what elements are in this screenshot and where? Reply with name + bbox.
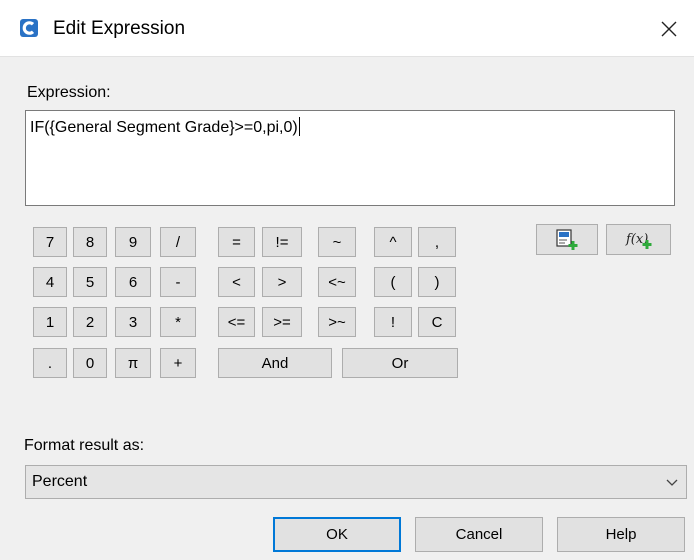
- help-button[interactable]: Help: [557, 517, 685, 552]
- expression-label: Expression:: [27, 84, 111, 101]
- keypad-comma-button[interactable]: ,: [418, 227, 456, 257]
- keypad-decimal-button[interactable]: .: [33, 348, 67, 378]
- keypad-less-equal-button[interactable]: <=: [218, 307, 255, 337]
- keypad-and-button[interactable]: And: [218, 348, 332, 378]
- keypad-greater-approx-button[interactable]: >~: [318, 307, 356, 337]
- keypad-power-button[interactable]: ^: [374, 227, 412, 257]
- keypad-clear-button[interactable]: C: [418, 307, 456, 337]
- keypad-6-button[interactable]: 6: [115, 267, 151, 297]
- cancel-button[interactable]: Cancel: [415, 517, 543, 552]
- keypad-8-button[interactable]: 8: [73, 227, 107, 257]
- keypad-less-than-button[interactable]: <: [218, 267, 255, 297]
- keypad-plus-button[interactable]: +: [160, 348, 196, 378]
- expression-text: IF({General Segment Grade}>=0,pi,0): [30, 119, 298, 136]
- keypad-2-button[interactable]: 2: [73, 307, 107, 337]
- keypad-less-approx-button[interactable]: <~: [318, 267, 356, 297]
- insert-function-icon: f(x): [625, 232, 651, 249]
- chevron-down-icon: [666, 479, 678, 486]
- keypad-1-button[interactable]: 1: [33, 307, 67, 337]
- keypad-pi-button[interactable]: π: [115, 348, 151, 378]
- keypad-4-button[interactable]: 4: [33, 267, 67, 297]
- keypad-0-button[interactable]: 0: [73, 348, 107, 378]
- keypad-approx-button[interactable]: ~: [318, 227, 356, 257]
- ok-button[interactable]: OK: [273, 517, 401, 552]
- keypad-equals-button[interactable]: =: [218, 227, 255, 257]
- keypad-close-paren-button[interactable]: ): [418, 267, 456, 297]
- keypad-not-button[interactable]: !: [374, 307, 412, 337]
- keypad-9-button[interactable]: 9: [115, 227, 151, 257]
- title-bar: Edit Expression: [0, 0, 694, 56]
- keypad-3-button[interactable]: 3: [115, 307, 151, 337]
- keypad-divide-button[interactable]: /: [160, 227, 196, 257]
- insert-property-button[interactable]: [536, 224, 598, 255]
- keypad-multiply-button[interactable]: *: [160, 307, 196, 337]
- format-result-value: Percent: [32, 473, 88, 490]
- format-result-label: Format result as:: [24, 437, 145, 454]
- close-icon[interactable]: [652, 14, 686, 44]
- text-caret: [298, 117, 300, 136]
- insert-function-button[interactable]: f(x): [606, 224, 671, 255]
- window-title: Edit Expression: [53, 18, 186, 39]
- keypad-greater-than-button[interactable]: >: [262, 267, 302, 297]
- keypad-5-button[interactable]: 5: [73, 267, 107, 297]
- insert-property-icon: [556, 228, 578, 250]
- expression-input[interactable]: IF({General Segment Grade}>=0,pi,0): [25, 110, 675, 206]
- keypad-open-paren-button[interactable]: (: [374, 267, 412, 297]
- edit-expression-dialog: Edit Expression Expression: IF({General …: [0, 0, 694, 560]
- keypad-greater-equal-button[interactable]: >=: [262, 307, 302, 337]
- keypad-or-button[interactable]: Or: [342, 348, 458, 378]
- keypad-7-button[interactable]: 7: [33, 227, 67, 257]
- app-logo-icon: [20, 19, 38, 37]
- keypad-not-equals-button[interactable]: !=: [262, 227, 302, 257]
- format-result-dropdown[interactable]: Percent: [25, 465, 687, 499]
- keypad-minus-button[interactable]: -: [160, 267, 196, 297]
